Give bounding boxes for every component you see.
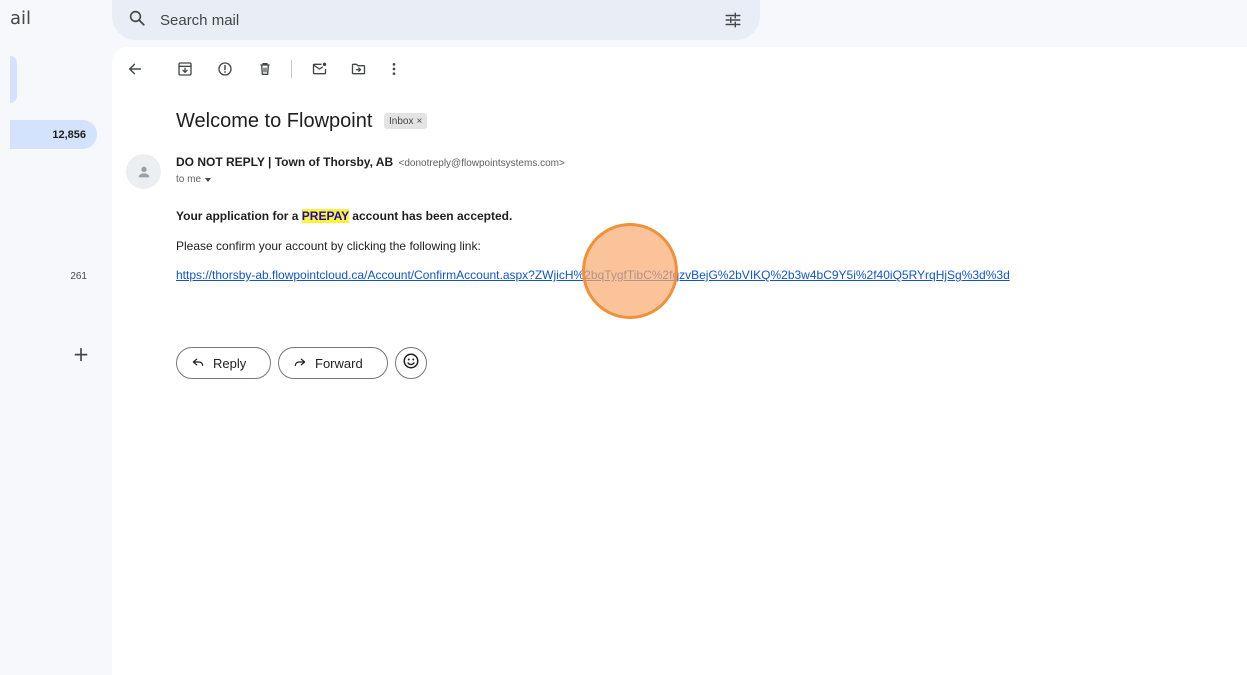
sidebar-item-count[interactable]: 261 (10, 271, 87, 282)
recipient-text: to me (176, 174, 202, 185)
reply-button[interactable]: Reply (176, 347, 271, 379)
confirm-account-link[interactable]: https://thorsby-ab.flowpointcloud.ca/Acc… (176, 268, 1010, 282)
sidebar-inbox-count: 12,856 (52, 128, 86, 141)
more-vert-icon[interactable] (383, 58, 405, 80)
emoji-smile-icon (402, 352, 420, 375)
body-confirm-line: Please confirm your account by clicking … (176, 239, 481, 253)
sidebar-compose-pill[interactable] (10, 56, 17, 103)
recipient-details[interactable]: to me (176, 174, 212, 185)
search-icon[interactable] (128, 9, 146, 32)
body-text: Your application for a (176, 209, 302, 223)
reply-label: Reply (213, 355, 247, 371)
forward-icon (293, 355, 307, 372)
mark-unread-icon[interactable] (308, 58, 330, 80)
app-title: ail (10, 8, 32, 29)
forward-button[interactable]: Forward (278, 347, 388, 379)
sidebar-item-inbox[interactable]: 12,856 (10, 120, 97, 149)
body-text: account has been accepted. (348, 209, 513, 223)
forward-label: Forward (315, 355, 363, 371)
trash-icon[interactable] (254, 58, 276, 80)
arrow-back-icon[interactable] (124, 58, 146, 80)
body-accepted-line: Your application for a PREPAY account ha… (176, 209, 512, 223)
chevron-down-icon[interactable] (205, 177, 212, 182)
archive-icon[interactable] (174, 58, 196, 80)
search-input[interactable] (160, 11, 720, 29)
person-icon[interactable] (126, 154, 161, 189)
message-subject: Welcome to Flowpoint (176, 110, 373, 132)
label-chip-inbox[interactable]: Inbox × (384, 113, 428, 129)
sender-line: DO NOT REPLY | Town of Thorsby, AB <dono… (176, 155, 565, 169)
label-chip-text: Inbox (389, 115, 414, 127)
tune-icon[interactable] (720, 7, 746, 33)
close-icon[interactable]: × (416, 116, 422, 127)
emoji-reaction-button[interactable] (395, 347, 427, 379)
highlighted-word: PREPAY (301, 209, 349, 223)
report-spam-icon[interactable] (214, 58, 236, 80)
reply-icon (191, 355, 205, 372)
sender-name[interactable]: DO NOT REPLY | Town of Thorsby, AB (176, 155, 393, 169)
toolbar-divider (291, 60, 292, 78)
search-bar (112, 0, 760, 40)
sender-email: <donotreply@flowpointsystems.com> (398, 158, 565, 169)
move-to-folder-icon[interactable] (347, 58, 369, 80)
add-label-button[interactable]: + (72, 344, 90, 366)
